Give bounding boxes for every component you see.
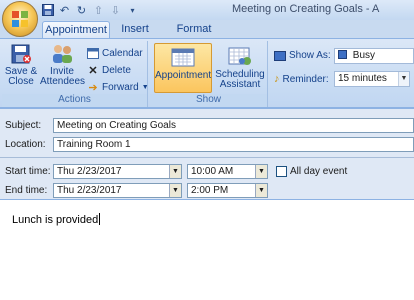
calendar-label: Calendar — [102, 47, 143, 59]
customize-toolbar-icon[interactable]: ▾ — [126, 4, 139, 17]
tab-insert[interactable]: Insert — [118, 21, 152, 38]
show-as-icon — [274, 50, 286, 61]
location-label: Location: — [5, 139, 46, 150]
actions-group: Save & Close Invite Attendees Calendar ✕… — [2, 41, 149, 107]
show-group-label: Show — [150, 94, 267, 107]
save-close-button[interactable]: Save & Close — [4, 43, 38, 87]
reminder-value: 15 minutes — [338, 73, 387, 84]
end-time-label: End time: — [5, 185, 48, 196]
delete-button[interactable]: ✕ Delete — [87, 62, 131, 78]
scheduling-icon — [228, 46, 252, 68]
appointment-view-button[interactable]: Appointment — [154, 43, 212, 93]
forward-label: Forward — [102, 81, 139, 93]
people-icon — [50, 43, 74, 65]
all-day-checkbox[interactable] — [276, 166, 287, 177]
busy-swatch-icon — [338, 50, 347, 59]
chevron-down-icon: ▼ — [141, 83, 149, 91]
undo-icon[interactable]: ↶ — [58, 4, 71, 17]
scheduling-assistant-label-2: Assistant — [219, 79, 261, 90]
all-day-label: All day event — [290, 166, 348, 177]
redo-icon[interactable]: ↻ — [75, 4, 88, 17]
start-date-dropdown[interactable]: Thu 2/23/2017 ▼ — [53, 164, 182, 179]
end-time-value: 2:00 PM — [191, 185, 229, 196]
options-group: Show As: Busy ♪ Reminder: 15 minutes ▼ — [270, 41, 414, 107]
actions-group-label: Actions — [2, 94, 147, 107]
text-caret — [99, 213, 101, 225]
ribbon: Save & Close Invite Attendees Calendar ✕… — [0, 38, 414, 108]
appointment-view-label: Appointment — [155, 70, 212, 81]
delete-icon: ✕ — [88, 64, 98, 77]
invite-attendees-label-2: Attendees — [40, 76, 86, 87]
calendar-button[interactable]: Calendar — [87, 45, 143, 61]
show-group: Appointment Scheduling Assistant Show — [150, 41, 268, 107]
start-time-label: Start time: — [5, 166, 51, 177]
subject-label: Subject: — [5, 120, 42, 131]
scheduling-assistant-button[interactable]: Scheduling Assistant — [214, 43, 266, 90]
quick-access-toolbar: ↶ ↻ ⇧ ⇩ ▾ — [41, 3, 139, 17]
bell-icon: ♪ — [274, 73, 280, 85]
office-logo-icon — [12, 11, 29, 28]
window-title: Meeting on Creating Goals - A — [232, 3, 380, 15]
chevron-down-icon[interactable]: ▼ — [169, 165, 181, 178]
invite-attendees-button[interactable]: Invite Attendees — [40, 43, 86, 87]
title-bar: ↶ ↻ ⇧ ⇩ ▾ Meeting on Creating Goals - A — [0, 0, 414, 20]
chevron-down-icon[interactable]: ▼ — [169, 184, 181, 197]
subject-input[interactable]: Meeting on Creating Goals — [53, 118, 414, 133]
reminder-dropdown[interactable]: 15 minutes ▼ — [334, 71, 410, 87]
show-as-value: Busy — [352, 50, 376, 61]
start-date-value: Thu 2/23/2017 — [57, 166, 122, 177]
chevron-down-icon[interactable]: ▼ — [398, 72, 409, 86]
show-as-dropdown[interactable]: Busy — [334, 48, 414, 64]
tab-format-text[interactable]: Format Text — [166, 21, 222, 51]
appointment-form: Subject: Meeting on Creating Goals Locat… — [0, 108, 414, 300]
save-close-label-2: Close — [8, 76, 34, 87]
end-date-dropdown[interactable]: Thu 2/23/2017 ▼ — [53, 183, 182, 198]
start-time-dropdown[interactable]: 10:00 AM ▼ — [187, 164, 268, 179]
show-as-label: Show As: — [289, 50, 331, 61]
reminder-row: ♪ Reminder: — [274, 73, 329, 85]
save-icon[interactable] — [41, 4, 54, 17]
chevron-down-icon[interactable]: ▼ — [255, 184, 267, 197]
office-button[interactable] — [2, 1, 38, 37]
tab-appointment[interactable]: Appointment — [42, 21, 110, 38]
end-date-value: Thu 2/23/2017 — [57, 185, 122, 196]
body-text-content: Lunch is provided — [12, 214, 99, 226]
ribbon-tabs: Appointment Insert Format Text — [0, 20, 414, 51]
end-time-dropdown[interactable]: 2:00 PM ▼ — [187, 183, 268, 198]
delete-label: Delete — [102, 64, 131, 76]
next-item-icon[interactable]: ⇩ — [109, 4, 122, 17]
chevron-down-icon[interactable]: ▼ — [255, 165, 267, 178]
forward-button[interactable]: ➔ Forward ▼ — [87, 79, 149, 95]
previous-item-icon[interactable]: ⇧ — [92, 4, 105, 17]
location-input[interactable]: Training Room 1 — [53, 137, 414, 152]
calendar-icon — [87, 47, 99, 59]
start-time-value: 10:00 AM — [191, 166, 234, 177]
message-body-text: Lunch is provided — [12, 213, 101, 226]
forward-icon: ➔ — [88, 81, 98, 94]
message-body-editor[interactable]: Lunch is provided — [0, 199, 414, 300]
reminder-label: Reminder: — [282, 73, 329, 85]
divider — [0, 157, 414, 158]
save-close-icon — [9, 43, 33, 65]
show-as-row: Show As: — [274, 50, 331, 61]
appointment-icon — [171, 47, 195, 69]
